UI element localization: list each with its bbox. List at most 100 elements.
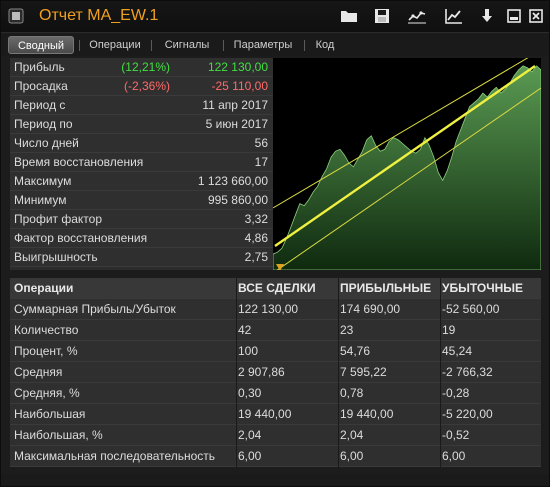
summary-value: 17 (254, 155, 268, 169)
tab-code[interactable]: Код (307, 36, 343, 54)
summary-label: Число дней (14, 136, 79, 150)
table-row: Средняя 2 907,86 7 595,22 -2 766,32 (10, 362, 541, 383)
download-icon (482, 9, 492, 22)
chart-settings-icon (408, 11, 426, 24)
summary-label: Профит фактор (14, 212, 103, 226)
report-window: Отчет MA_EW.1 Сводный Операции Сигналы П… (0, 0, 550, 487)
summary-value: 5 июн 2017 (205, 117, 268, 131)
summary-value: 4,86 (244, 231, 268, 245)
minimize-button[interactable] (503, 6, 525, 26)
row-label: Максимальная последовательность (14, 449, 216, 463)
table-row: Суммарная Прибыль/Убыток 122 130,00 174 … (10, 299, 541, 320)
profitable-cell: 7 595,22 (340, 365, 387, 379)
summary-row-win-ratio: Выигрышность 2,75 (10, 248, 273, 267)
summary-value: 56 (254, 136, 268, 150)
table-row: Количество 42 23 19 (10, 320, 541, 341)
summary-label: Период с (14, 98, 66, 112)
losing-cell: 19 (442, 323, 456, 337)
column-divider (440, 278, 441, 468)
losing-cell: 6,00 (442, 449, 466, 463)
summary-row-drawdown: Просадка (-2,36%) -25 110,00 (10, 77, 273, 96)
download-button[interactable] (476, 6, 498, 26)
minimize-icon (507, 9, 521, 23)
summary-label: Фактор восстановления (14, 231, 148, 245)
all-trades-cell: 19 440,00 (238, 407, 292, 421)
profitable-cell: 0,78 (340, 386, 364, 400)
summary-row-profit: Прибыль (12,21%) 122 130,00 (10, 58, 273, 77)
all-trades-cell: 2 907,86 (238, 365, 285, 379)
column-header-profitable: ПРИБЫЛЬНЫЕ (340, 281, 432, 295)
save-button[interactable] (371, 6, 393, 26)
table-row: Наибольшая 19 440,00 19 440,00 -5 220,00 (10, 404, 541, 425)
summary-label: Время восстановления (14, 155, 144, 169)
row-label: Средняя (14, 365, 63, 379)
profitable-cell: 2,04 (340, 428, 364, 442)
summary-row-recovery-time: Время восстановления 17 (10, 153, 273, 172)
open-folder-button[interactable] (338, 6, 360, 26)
all-trades-cell: 42 (238, 323, 252, 337)
status-strip (1, 474, 549, 486)
summary-value: 2,75 (244, 250, 268, 264)
summary-label: Минимум (14, 193, 67, 207)
column-header-losing: УБЫТОЧНЫЕ (442, 281, 524, 295)
summary-percent: (-2,36%) (123, 79, 170, 93)
close-icon (529, 9, 543, 23)
summary-row-minimum: Минимум 995 860,00 (10, 191, 273, 210)
summary-value: 3,32 (244, 212, 268, 226)
all-trades-cell: 2,04 (238, 428, 262, 442)
all-trades-cell: 100 (238, 344, 259, 358)
tab-signals[interactable]: Сигналы (155, 36, 219, 54)
all-trades-cell: 6,00 (238, 449, 262, 463)
summary-row-days: Число дней 56 (10, 134, 273, 153)
summary-value: -25 110,00 (211, 79, 269, 93)
summary-label: Период по (14, 117, 73, 131)
tab-parameters[interactable]: Параметры (227, 36, 299, 54)
close-button[interactable] (525, 6, 547, 26)
row-label: Количество (14, 323, 79, 337)
table-header-row: Операции ВСЕ СДЕЛКИ ПРИБЫЛЬНЫЕ УБЫТОЧНЫЕ (10, 278, 541, 299)
tab-separator (223, 40, 224, 51)
table-row: Процент, % 100 54,76 45,24 (10, 341, 541, 362)
equity-area (273, 65, 541, 270)
equity-chart-button[interactable] (443, 6, 465, 26)
summary-value: 11 апр 2017 (202, 98, 268, 112)
chart-settings-button[interactable] (406, 6, 428, 26)
summary-row-period-to: Период по 5 июн 2017 (10, 115, 273, 134)
stats-table: Операции ВСЕ СДЕЛКИ ПРИБЫЛЬНЫЕ УБЫТОЧНЫЕ… (10, 278, 541, 468)
tab-separator (151, 40, 152, 51)
summary-row-maximum: Максимум 1 123 660,00 (10, 172, 273, 191)
row-label: Наибольшая, % (14, 428, 103, 442)
profitable-cell: 6,00 (340, 449, 364, 463)
row-label: Средняя, % (14, 386, 80, 400)
tab-separator (304, 40, 305, 51)
losing-cell: -0,52 (442, 428, 470, 442)
save-icon (375, 9, 389, 23)
window-title: Отчет MA_EW.1 (39, 7, 159, 24)
summary-value: 1 123 660,00 (197, 174, 268, 188)
summary-row-period-from: Период с 11 апр 2017 (10, 96, 273, 115)
tab-bar: Сводный Операции Сигналы Параметры Код (1, 34, 549, 56)
profitable-cell: 174 690,00 (340, 302, 401, 316)
all-trades-cell: 0,30 (238, 386, 262, 400)
tab-summary[interactable]: Сводный (8, 36, 74, 54)
losing-cell: -5 220,00 (442, 407, 493, 421)
summary-label: Максимум (14, 174, 72, 188)
table-row: Максимальная последовательность 6,00 6,0… (10, 446, 541, 467)
column-divider (236, 278, 237, 468)
column-header-operations: Операции (14, 281, 74, 295)
row-label: Суммарная Прибыль/Убыток (14, 302, 176, 316)
losing-cell: -52 560,00 (442, 302, 500, 316)
losing-cell: 45,24 (442, 344, 473, 358)
tab-operations[interactable]: Операции (83, 36, 147, 54)
tab-separator (79, 40, 80, 51)
summary-value: 995 860,00 (207, 193, 268, 207)
profitable-cell: 54,76 (340, 344, 371, 358)
report-app-icon (8, 8, 24, 24)
equity-chart (273, 58, 541, 270)
summary-value: 122 130,00 (207, 60, 268, 74)
title-bar: Отчет MA_EW.1 (1, 1, 549, 33)
table-row: Наибольшая, % 2,04 2,04 -0,52 (10, 425, 541, 446)
column-header-all-trades: ВСЕ СДЕЛКИ (238, 281, 316, 295)
column-divider (338, 278, 339, 468)
summary-row-profit-factor: Профит фактор 3,32 (10, 210, 273, 229)
